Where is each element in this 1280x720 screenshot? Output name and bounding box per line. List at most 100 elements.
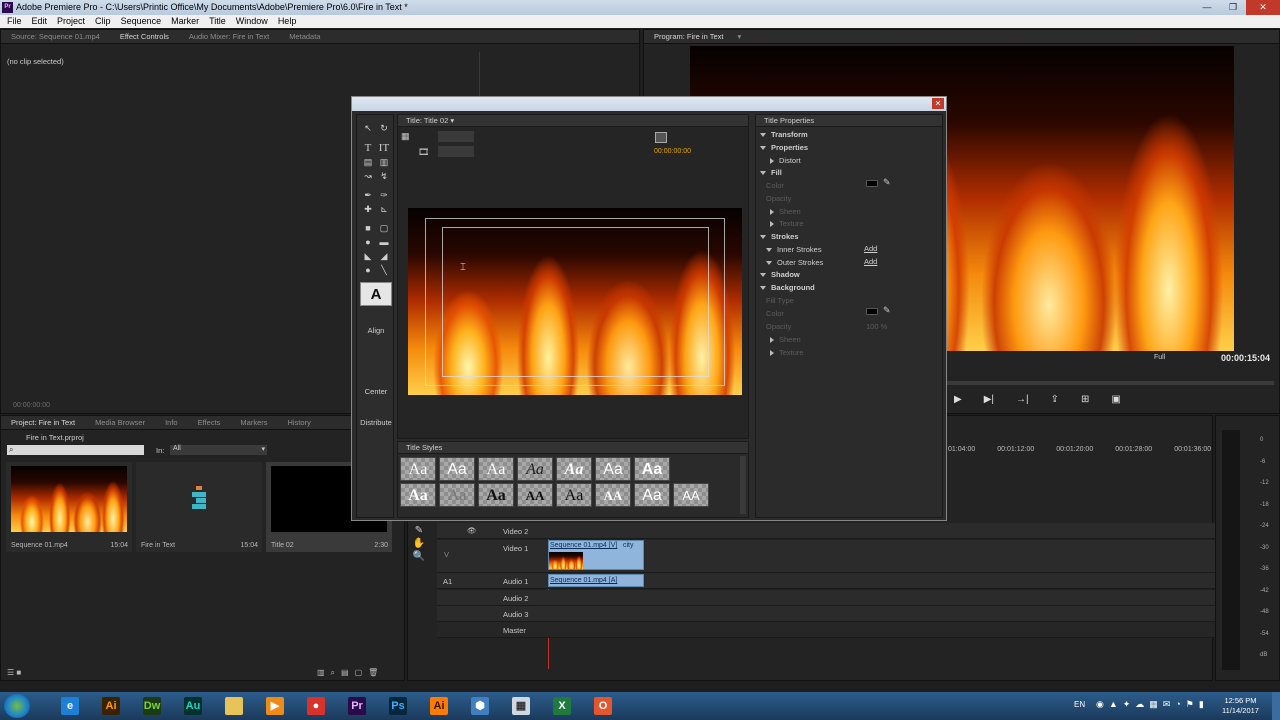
path-type-tool-icon[interactable]: ↝ — [362, 170, 374, 182]
ellipse-tool-icon[interactable]: ● — [362, 264, 374, 276]
prop-fill[interactable]: Fill — [760, 168, 782, 177]
fill-color-swatch[interactable] — [866, 180, 878, 187]
add-inner-stroke-link[interactable]: Add — [864, 244, 877, 253]
go-to-out-icon[interactable]: →| — [1016, 394, 1029, 405]
convert-anchor-icon[interactable]: ⊾ — [378, 203, 390, 215]
list-view-icon[interactable]: ☰ ■ — [7, 668, 21, 677]
delete-anchor-icon[interactable]: ✑ — [378, 189, 390, 201]
tab-program[interactable]: Program: Fire in Text — [644, 32, 733, 41]
tray-icons[interactable]: ◉▲✦☁▦✉◔⚑▮ — [1096, 699, 1209, 710]
line-tool-icon[interactable]: ╲ — [378, 264, 390, 276]
tab-markers[interactable]: Markers — [230, 418, 277, 427]
illustrator-icon[interactable]: Ai — [425, 694, 453, 718]
prop-outer-strokes[interactable]: Outer Strokes — [766, 258, 823, 267]
selection-tool-icon[interactable]: ↖ — [362, 122, 374, 134]
prop-background[interactable]: Background — [760, 283, 815, 292]
clock[interactable]: 12:56 PM 11/14/2017 — [1222, 696, 1259, 716]
rounded-corner-tool-icon[interactable]: ▬ — [378, 236, 390, 248]
tab-source[interactable]: Source: Sequence 01.mp4 — [1, 32, 110, 41]
audio-clip[interactable]: Sequence 01.mp4 [A] — [548, 574, 644, 587]
hand-icon[interactable]: ✋ — [412, 537, 426, 550]
tab-title[interactable]: Title: Title 02 ▾ — [398, 115, 748, 127]
program-scrub-bar[interactable] — [944, 381, 1274, 385]
tab-info[interactable]: Info — [155, 418, 188, 427]
close-button[interactable]: ✕ — [932, 98, 944, 109]
style-sample[interactable]: Aa — [439, 457, 475, 481]
background-video-icon[interactable]: 🎞 — [418, 147, 429, 158]
maximize-button[interactable]: ❐ — [1220, 0, 1246, 15]
menu-edit[interactable]: Edit — [27, 15, 53, 28]
rotation-tool-icon[interactable]: ↻ — [378, 122, 390, 134]
rounded-rectangle-tool-icon[interactable]: ▢ — [378, 222, 390, 234]
add-anchor-icon[interactable]: ✚ — [362, 203, 374, 215]
in-filter-select[interactable]: All ▾ — [170, 445, 267, 455]
illustrator-icon[interactable]: Ai — [97, 694, 125, 718]
eye-icon[interactable]: 👁 — [467, 526, 477, 535]
calculator-icon[interactable]: ▦ — [507, 694, 535, 718]
lift-icon[interactable]: ⇪ — [1051, 394, 1059, 405]
style-sample[interactable]: Aa — [634, 483, 670, 507]
prop-properties[interactable]: Properties — [760, 143, 808, 152]
vertical-type-tool-icon[interactable]: IT — [378, 142, 390, 154]
menu-title[interactable]: Title — [204, 15, 231, 28]
photoshop-icon[interactable]: Ps — [384, 694, 412, 718]
area-type-tool-icon[interactable]: ▤ — [362, 156, 374, 168]
style-sample[interactable]: Aa — [400, 483, 436, 507]
clipped-corner-tool-icon[interactable]: ● — [362, 236, 374, 248]
dreamweaver-icon[interactable]: Dw — [138, 694, 166, 718]
tab-media-browser[interactable]: Media Browser — [85, 418, 155, 427]
show-desktop-button[interactable] — [1272, 692, 1280, 720]
style-sample[interactable]: AA — [673, 483, 709, 507]
menu-marker[interactable]: Marker — [166, 15, 204, 28]
language-indicator[interactable]: EN — [1074, 700, 1085, 709]
style-sample[interactable]: AA — [595, 483, 631, 507]
prop-transform[interactable]: Transform — [760, 130, 808, 139]
chevron-down-icon[interactable]: ▾ — [733, 32, 745, 41]
network-icon[interactable]: ⬢ — [466, 694, 494, 718]
vertical-area-type-tool-icon[interactable]: ▥ — [378, 156, 390, 168]
style-sample[interactable]: Aa — [478, 457, 514, 481]
pen-tool-icon[interactable]: ✒ — [362, 189, 374, 201]
styles-scrollbar[interactable] — [740, 456, 746, 514]
arc-tool-icon[interactable]: ◢ — [378, 250, 390, 262]
eyedropper-icon[interactable]: ✎ — [883, 177, 891, 188]
export-frame-icon[interactable]: ▣ — [1111, 394, 1120, 405]
wedge-tool-icon[interactable]: ◣ — [362, 250, 374, 262]
menu-project[interactable]: Project — [52, 15, 90, 28]
zoom-icon[interactable]: 🔍 — [412, 550, 426, 563]
menu-help[interactable]: Help — [273, 15, 302, 28]
prop-shadow[interactable]: Shadow — [760, 270, 800, 279]
type-tool-icon[interactable]: T — [362, 142, 374, 154]
folder-icon[interactable] — [220, 694, 248, 718]
tab-effect-controls[interactable]: Effect Controls — [110, 32, 179, 41]
play-icon[interactable]: ▶ — [954, 394, 962, 405]
premiere-icon[interactable]: Pr — [343, 694, 371, 718]
project-item[interactable]: Sequence 01.mp4 15:04 — [6, 462, 132, 552]
bg-color-swatch[interactable] — [866, 308, 878, 315]
prop-strokes[interactable]: Strokes — [760, 232, 799, 241]
title-canvas[interactable]: ⌶ — [408, 208, 742, 395]
tab-audio-mixer[interactable]: Audio Mixer: Fire in Text — [179, 32, 279, 41]
menu-file[interactable]: File — [2, 15, 27, 28]
extract-icon[interactable]: ⊞ — [1081, 394, 1089, 405]
style-sample[interactable]: Aa — [517, 457, 553, 481]
menu-sequence[interactable]: Sequence — [116, 15, 167, 28]
pen-icon[interactable]: ✎ — [412, 524, 426, 537]
tab-history[interactable]: History — [278, 418, 321, 427]
tab-project[interactable]: Project: Fire in Text — [1, 418, 85, 427]
style-sample[interactable]: Aa — [478, 483, 514, 507]
office-icon[interactable]: O — [589, 694, 617, 718]
prop-distort[interactable]: Distort — [770, 156, 801, 165]
tab-title-styles[interactable]: Title Styles — [398, 442, 748, 454]
media-player-icon[interactable]: ▶ — [261, 694, 289, 718]
new-title-icon[interactable]: ▦ — [401, 131, 410, 142]
zoom-select[interactable]: Full — [1154, 354, 1165, 361]
style-sample[interactable]: Aa — [595, 457, 631, 481]
style-sample[interactable]: Aa — [400, 457, 436, 481]
show-background-icon[interactable] — [655, 132, 667, 143]
rectangle-tool-icon[interactable]: ■ — [362, 222, 374, 234]
style-sample[interactable]: AA — [517, 483, 553, 507]
style-sample[interactable]: Aa — [556, 457, 592, 481]
add-outer-stroke-link[interactable]: Add — [864, 257, 877, 266]
font-family-select[interactable] — [438, 131, 474, 142]
